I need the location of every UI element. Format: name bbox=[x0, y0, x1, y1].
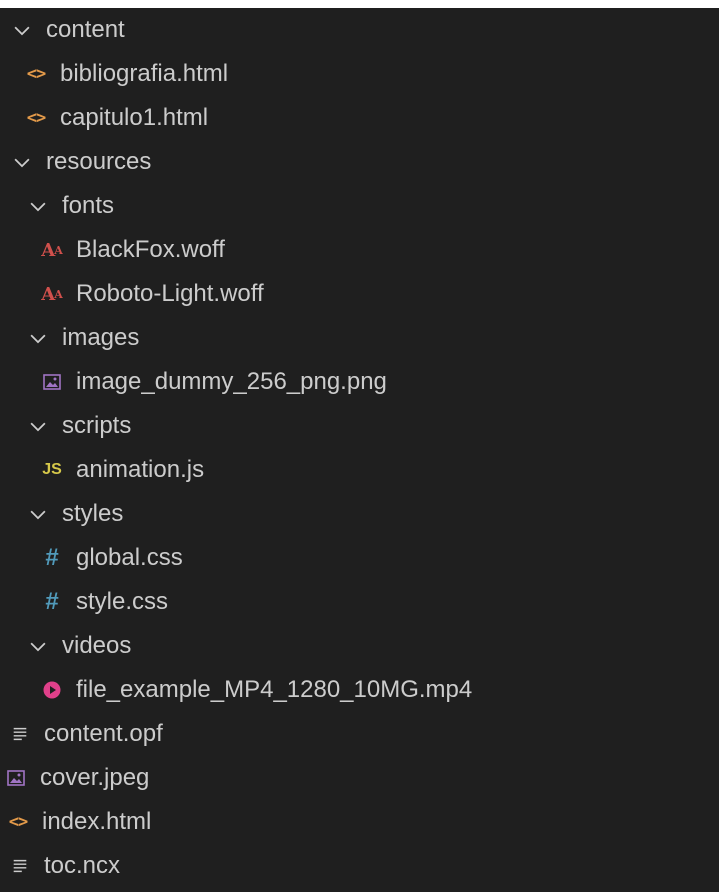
image-file-icon bbox=[4, 766, 28, 790]
folder-label: content bbox=[46, 16, 125, 43]
folder-content[interactable]: content bbox=[0, 8, 719, 52]
chevron-down-icon bbox=[26, 194, 50, 218]
chevron-down-icon bbox=[10, 18, 34, 42]
file-bibliografia-html[interactable]: <> bibliografia.html bbox=[0, 52, 719, 96]
folder-label: videos bbox=[62, 632, 132, 659]
folder-styles[interactable]: styles bbox=[0, 492, 719, 536]
file-label: file_example_MP4_1280_10MG.mp4 bbox=[76, 676, 473, 703]
folder-videos[interactable]: videos bbox=[0, 624, 719, 668]
folder-label: fonts bbox=[62, 192, 115, 219]
file-label: content.opf bbox=[44, 720, 163, 747]
folder-images[interactable]: images bbox=[0, 316, 719, 360]
folder-fonts[interactable]: fonts bbox=[0, 184, 719, 228]
file-label: cover.jpeg bbox=[40, 764, 150, 791]
css-file-icon: # bbox=[45, 588, 59, 615]
folder-label: resources bbox=[46, 148, 152, 175]
file-content-opf[interactable]: content.opf bbox=[0, 712, 719, 756]
file-label: capitulo1.html bbox=[60, 104, 209, 131]
file-label: bibliografia.html bbox=[60, 60, 229, 87]
folder-label: styles bbox=[62, 500, 124, 527]
html-file-icon: <> bbox=[26, 108, 46, 128]
folder-resources[interactable]: resources bbox=[0, 140, 719, 184]
file-label: Roboto-Light.woff bbox=[76, 280, 264, 307]
file-label: global.css bbox=[76, 544, 183, 571]
chevron-down-icon bbox=[10, 150, 34, 174]
file-label: toc.ncx bbox=[44, 852, 121, 879]
js-file-icon: JS bbox=[42, 461, 62, 478]
html-file-icon: <> bbox=[8, 812, 28, 832]
html-file-icon: <> bbox=[26, 64, 46, 84]
file-animation-js[interactable]: JS animation.js bbox=[0, 448, 719, 492]
file-label: image_dummy_256_png.png bbox=[76, 368, 387, 395]
video-file-icon bbox=[40, 678, 64, 702]
text-file-icon bbox=[8, 722, 32, 746]
css-file-icon: # bbox=[45, 544, 59, 571]
file-cover-jpeg[interactable]: cover.jpeg bbox=[0, 756, 719, 800]
file-example-mp4[interactable]: file_example_MP4_1280_10MG.mp4 bbox=[0, 668, 719, 712]
file-roboto-light-woff[interactable]: AA Roboto-Light.woff bbox=[0, 272, 719, 316]
file-index-html[interactable]: <> index.html bbox=[0, 800, 719, 844]
folder-scripts[interactable]: scripts bbox=[0, 404, 719, 448]
folder-label: images bbox=[62, 324, 140, 351]
font-file-icon: AA bbox=[41, 239, 63, 261]
folder-label: scripts bbox=[62, 412, 132, 439]
file-label: index.html bbox=[42, 808, 152, 835]
file-image-dummy-png[interactable]: image_dummy_256_png.png bbox=[0, 360, 719, 404]
file-toc-ncx[interactable]: toc.ncx bbox=[0, 844, 719, 888]
file-explorer: content <> bibliografia.html <> capitulo… bbox=[0, 8, 719, 892]
file-label: style.css bbox=[76, 588, 169, 615]
chevron-down-icon bbox=[26, 414, 50, 438]
text-file-icon bbox=[8, 854, 32, 878]
chevron-down-icon bbox=[26, 502, 50, 526]
image-file-icon bbox=[40, 370, 64, 394]
chevron-down-icon bbox=[26, 634, 50, 658]
font-file-icon: AA bbox=[41, 283, 63, 305]
file-label: BlackFox.woff bbox=[76, 236, 225, 263]
file-label: animation.js bbox=[76, 456, 205, 483]
file-global-css[interactable]: # global.css bbox=[0, 536, 719, 580]
file-blackfox-woff[interactable]: AA BlackFox.woff bbox=[0, 228, 719, 272]
file-style-css[interactable]: # style.css bbox=[0, 580, 719, 624]
file-capitulo1-html[interactable]: <> capitulo1.html bbox=[0, 96, 719, 140]
chevron-down-icon bbox=[26, 326, 50, 350]
